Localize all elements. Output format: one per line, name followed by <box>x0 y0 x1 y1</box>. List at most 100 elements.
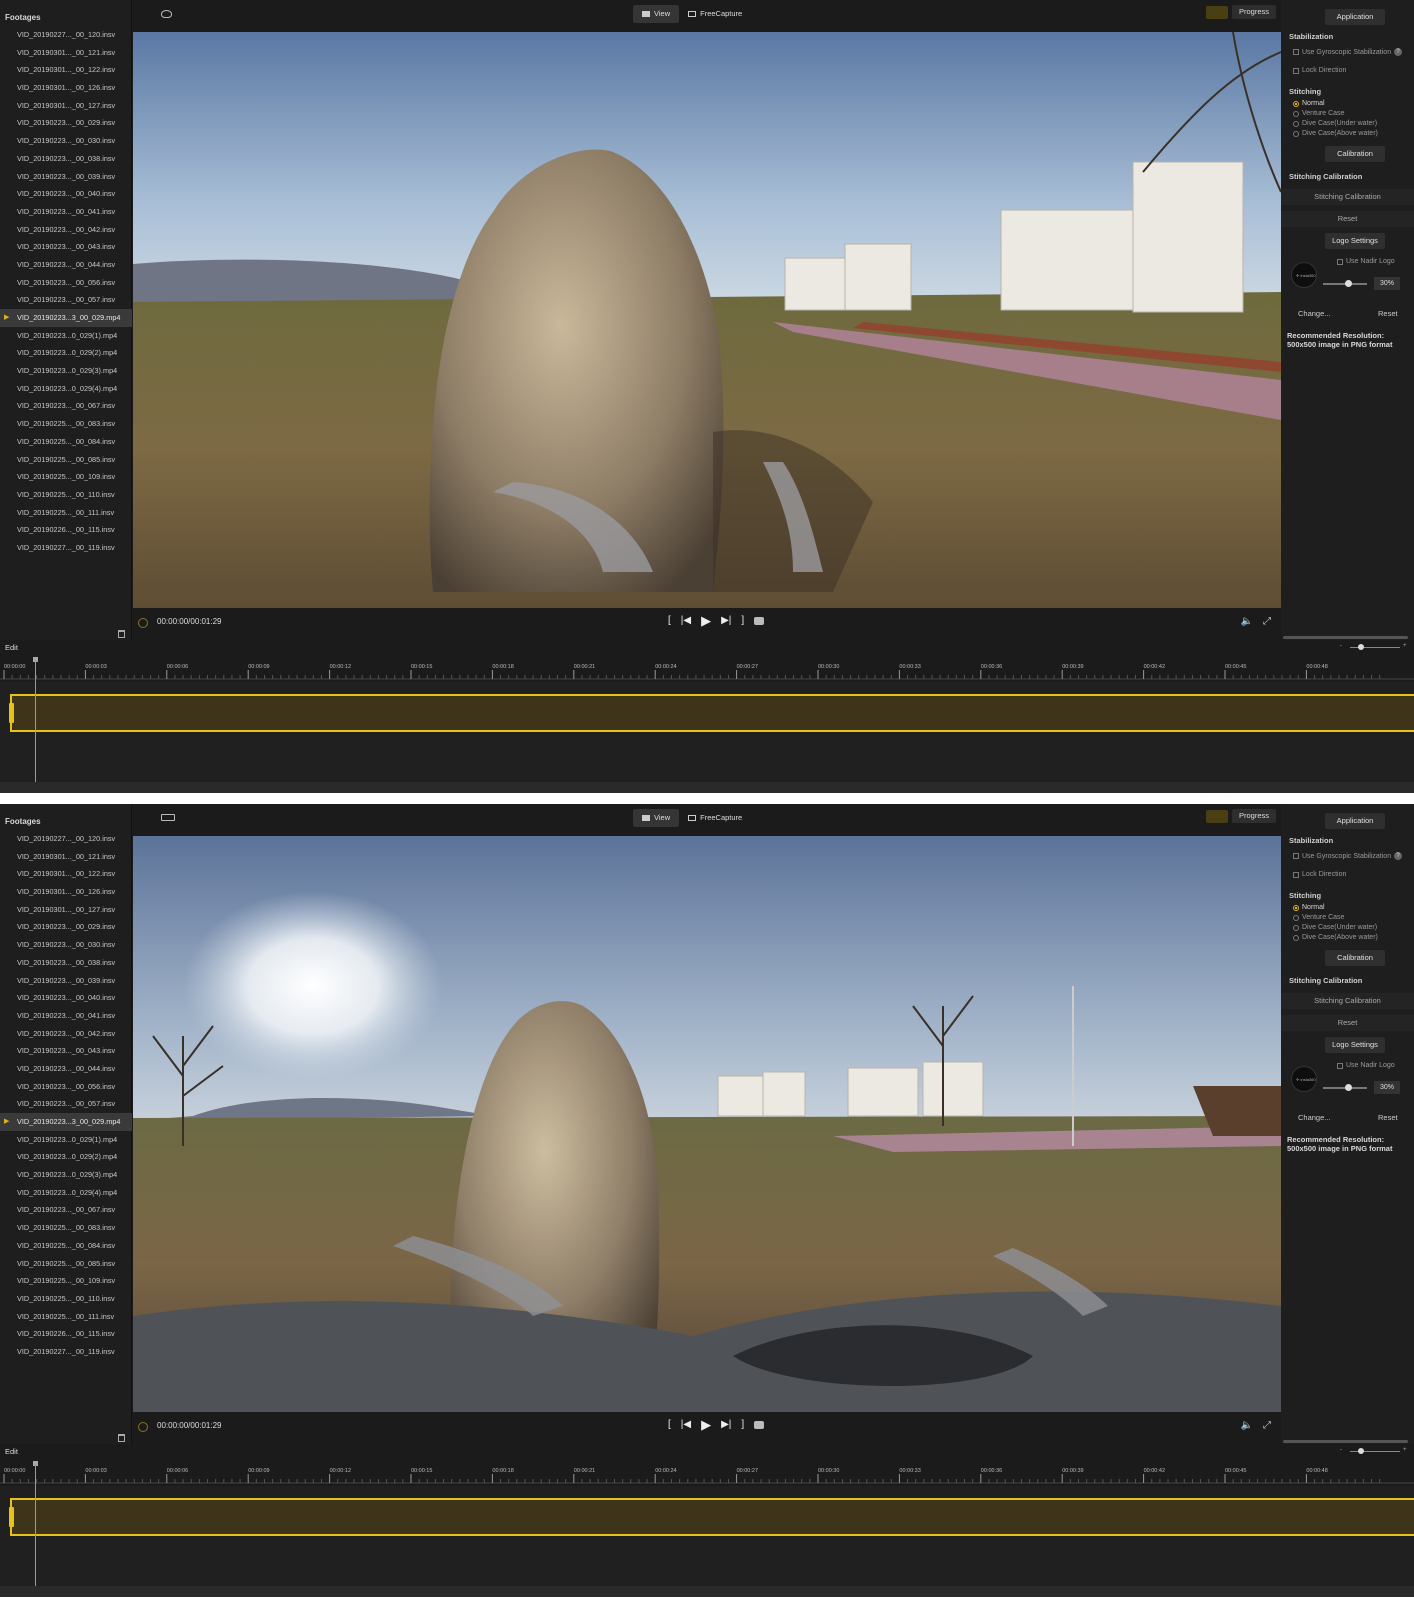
stitching-option-normal[interactable]: Normal <box>1293 904 1325 911</box>
freecapture-tab[interactable]: FreeCapture <box>679 5 751 23</box>
footage-item[interactable]: ▶VID_20190301..._00_127.insv <box>0 97 132 115</box>
view-tab[interactable]: View <box>633 809 680 827</box>
footage-item[interactable]: ▶VID_20190225..._00_109.insv <box>0 1272 132 1290</box>
footage-item[interactable]: ▶VID_20190223..._00_040.insv <box>0 989 132 1007</box>
logo-reset-button[interactable]: Reset <box>1378 309 1398 318</box>
fullscreen-icon[interactable]: ⤢ <box>1263 1420 1271 1431</box>
footage-item[interactable]: ▶VID_20190225..._00_111.insv <box>0 1308 132 1326</box>
gyro-stabilization-checkbox[interactable]: Use Gyroscopic Stabilization ? <box>1293 48 1403 56</box>
footage-item[interactable]: ▶VID_20190225..._00_111.insv <box>0 504 132 522</box>
view-tab[interactable]: View <box>633 5 680 23</box>
zoom-out-icon[interactable]: - <box>1340 1447 1342 1453</box>
lock-direction-checkbox[interactable]: Lock Direction <box>1293 67 1346 74</box>
footage-item[interactable]: ▶VID_20190223..._00_029.insv <box>0 918 132 936</box>
zoom-out-icon[interactable]: - <box>1340 643 1342 649</box>
footage-item[interactable]: ▶VID_20190223..._00_056.insv <box>0 1078 132 1096</box>
footage-item[interactable]: ▶VID_20190223..._00_029.insv <box>0 114 132 132</box>
logo-size-slider[interactable] <box>1323 280 1367 287</box>
logo-settings-button[interactable]: Logo Settings <box>1325 233 1385 249</box>
radio-dive-above[interactable] <box>1293 934 1299 941</box>
footage-item[interactable]: ▶VID_20190225..._00_110.insv <box>0 1290 132 1308</box>
radio-normal[interactable] <box>1293 904 1299 911</box>
stitching-option-dive-above[interactable]: Dive Case(Above water) <box>1293 934 1378 941</box>
clip-trim-handle[interactable] <box>9 703 14 723</box>
change-logo-button[interactable]: Change... <box>1298 1113 1331 1122</box>
application-button[interactable]: Application <box>1325 813 1385 829</box>
clip-trim-handle[interactable] <box>9 1507 14 1527</box>
footage-item[interactable]: ▶VID_20190226..._00_115.insv <box>0 1325 132 1343</box>
footage-item[interactable]: ▶VID_20190223...0_029(3).mp4 <box>0 1166 132 1184</box>
radio-dive-under[interactable] <box>1293 120 1299 127</box>
footage-item[interactable]: ▶VID_20190223..._00_042.insv <box>0 221 132 239</box>
lock-direction-checkbox[interactable]: Lock Direction <box>1293 871 1346 878</box>
previous-frame-icon[interactable]: |◀ <box>681 1419 691 1431</box>
trash-icon[interactable] <box>118 1434 125 1442</box>
radio-venture-case[interactable] <box>1293 914 1299 921</box>
panel-scrollbar[interactable] <box>1283 1440 1408 1443</box>
footage-item[interactable]: ▶VID_20190223..._00_057.insv <box>0 1095 132 1113</box>
footage-item[interactable]: ▶VID_20190223..._00_040.insv <box>0 185 132 203</box>
footage-item[interactable]: ▶VID_20190227..._00_119.insv <box>0 1343 132 1361</box>
footage-item[interactable]: ▶ VID_20190223...3_00_029.mp4 <box>0 1113 132 1131</box>
volume-icon[interactable]: 🔈 <box>1241 616 1253 627</box>
footage-item[interactable]: ▶VID_20190223...0_029(1).mp4 <box>0 327 132 345</box>
footage-item[interactable]: ▶VID_20190227..._00_119.insv <box>0 539 132 557</box>
trim-start-icon[interactable]: [ <box>668 615 671 627</box>
footage-item[interactable]: ▶VID_20190223..._00_041.insv <box>0 203 132 221</box>
footage-item[interactable]: ▶VID_20190223..._00_043.insv <box>0 238 132 256</box>
footage-item[interactable]: ▶VID_20190301..._00_126.insv <box>0 79 132 97</box>
stitching-option-normal[interactable]: Normal <box>1293 100 1325 107</box>
footage-item[interactable]: ▶VID_20190225..._00_085.insv <box>0 1255 132 1273</box>
stitching-calibration-button[interactable]: Stitching Calibration <box>1281 189 1414 205</box>
timeline-ruler[interactable]: 00:00:00 00:00:03 00:00:06 00:00:09 00:00:12… <box>0 1464 1414 1484</box>
logo-reset-button[interactable]: Reset <box>1378 1113 1398 1122</box>
footage-item[interactable]: ▶VID_20190223...0_029(2).mp4 <box>0 1148 132 1166</box>
slider-knob[interactable] <box>1345 280 1352 287</box>
footage-item[interactable]: ▶ VID_20190223...3_00_029.mp4 <box>0 309 132 327</box>
lock-direction-box[interactable] <box>1293 871 1299 878</box>
nadir-logo-box[interactable] <box>1337 258 1343 265</box>
footage-item[interactable]: ▶VID_20190223..._00_038.insv <box>0 954 132 972</box>
radio-normal[interactable] <box>1293 100 1299 107</box>
timeline-zoom[interactable]: - + <box>1340 643 1408 652</box>
trim-end-icon[interactable]: ] <box>741 1419 744 1431</box>
timeline-track[interactable] <box>0 682 1414 782</box>
gyro-checkbox-box[interactable] <box>1293 49 1299 55</box>
previous-frame-icon[interactable]: |◀ <box>681 615 691 627</box>
footage-item[interactable]: ▶VID_20190223..._00_041.insv <box>0 1007 132 1025</box>
nadir-logo-checkbox[interactable]: Use Nadir Logo <box>1337 1062 1395 1069</box>
slider-knob[interactable] <box>1345 1084 1352 1091</box>
stitching-option-venture-case[interactable]: Venture Case <box>1293 110 1344 117</box>
stitching-option-dive-above[interactable]: Dive Case(Above water) <box>1293 130 1378 137</box>
logo-settings-button[interactable]: Logo Settings <box>1325 1037 1385 1053</box>
playhead[interactable] <box>35 660 36 785</box>
zoom-knob[interactable] <box>1358 644 1364 650</box>
zoom-knob[interactable] <box>1358 1448 1364 1454</box>
footage-item[interactable]: ▶VID_20190223...0_029(4).mp4 <box>0 380 132 398</box>
trash-icon[interactable] <box>118 630 125 638</box>
footage-item[interactable]: ▶VID_20190223...0_029(3).mp4 <box>0 362 132 380</box>
radio-dive-under[interactable] <box>1293 924 1299 931</box>
footage-item[interactable]: ▶VID_20190225..._00_085.insv <box>0 451 132 469</box>
footage-item[interactable]: ▶VID_20190226..._00_115.insv <box>0 521 132 539</box>
timeline-scrollbar[interactable] <box>0 1586 1414 1597</box>
progress-button[interactable]: Progress <box>1231 809 1276 823</box>
zoom-in-icon[interactable]: + <box>1403 1447 1407 1453</box>
snapshot-icon[interactable] <box>754 617 765 625</box>
trim-start-icon[interactable]: [ <box>668 1419 671 1431</box>
playhead[interactable] <box>35 1464 36 1589</box>
stitching-calibration-button[interactable]: Stitching Calibration <box>1281 993 1414 1009</box>
progress-button[interactable]: Progress <box>1231 5 1276 19</box>
timeline-zoom[interactable]: - + <box>1340 1447 1408 1456</box>
footage-item[interactable]: ▶VID_20190223..._00_056.insv <box>0 274 132 292</box>
footage-item[interactable]: ▶VID_20190225..._00_084.insv <box>0 433 132 451</box>
help-icon[interactable]: ? <box>1394 852 1403 860</box>
footage-item[interactable]: ▶VID_20190223..._00_067.insv <box>0 1201 132 1219</box>
snapshot-icon[interactable] <box>754 1421 765 1429</box>
calibration-button[interactable]: Calibration <box>1325 950 1385 966</box>
footage-item[interactable]: ▶VID_20190225..._00_083.insv <box>0 1219 132 1237</box>
footage-item[interactable]: ▶VID_20190223..._00_057.insv <box>0 291 132 309</box>
footage-item[interactable]: ▶VID_20190223..._00_039.insv <box>0 972 132 990</box>
footage-item[interactable]: ▶VID_20190223..._00_039.insv <box>0 168 132 186</box>
footage-item[interactable]: ▶VID_20190301..._00_122.insv <box>0 61 132 79</box>
